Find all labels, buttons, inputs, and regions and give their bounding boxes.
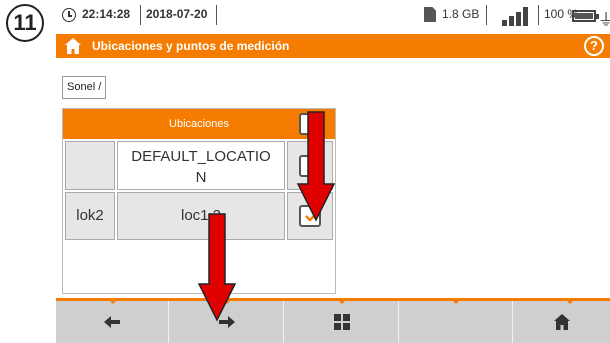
bottom-toolbar <box>56 298 610 343</box>
row-1-id-cell[interactable] <box>65 141 115 190</box>
row-2-id-cell[interactable]: lok2 <box>65 192 115 240</box>
sd-card-icon <box>424 7 436 22</box>
home-icon[interactable] <box>64 37 82 55</box>
table-header-label: Ubicaciones <box>169 118 229 130</box>
title-bar: Ubicaciones y puntos de medición ? <box>56 34 610 58</box>
status-divider <box>140 5 141 25</box>
status-time: 22:14:28 <box>82 7 131 21</box>
row-1-name-line-1: DEFAULT_LOCATIO <box>131 148 271 165</box>
help-icon[interactable]: ? <box>584 36 604 56</box>
table-header: Ubicaciones <box>63 109 335 139</box>
home-button[interactable] <box>514 301 610 343</box>
empty-toolbar-button[interactable] <box>400 301 513 343</box>
page-title: Ubicaciones y puntos de medición <box>92 39 290 53</box>
arrow-left-icon <box>104 316 120 328</box>
home-icon <box>554 314 570 330</box>
row-1-name-line-2: N <box>195 169 207 186</box>
back-button[interactable] <box>56 301 169 343</box>
status-divider <box>486 5 487 25</box>
grid-view-button[interactable] <box>285 301 399 343</box>
storage-label: 1.8 GB <box>442 7 480 21</box>
grid-icon <box>333 314 350 330</box>
battery-icon <box>572 10 599 22</box>
status-divider <box>216 5 217 25</box>
signal-bars-icon <box>502 6 532 26</box>
row-2-id: lok2 <box>76 207 104 224</box>
clock-icon <box>62 8 76 22</box>
plug-icon: ⏚ <box>598 12 610 29</box>
annotation-arrow-down-icon <box>197 213 237 322</box>
step-number-badge: 11 <box>6 4 44 42</box>
breadcrumb[interactable]: Sonel / <box>62 76 107 99</box>
row-1-name-cell[interactable]: DEFAULT_LOCATIO N <box>117 141 285 190</box>
status-bar: 22:14:28 2018-07-20 1.8 GB 100 % ⏚ <box>56 0 610 32</box>
status-divider <box>538 5 539 25</box>
annotation-arrow-down-icon <box>296 111 336 222</box>
status-date: 2018-07-20 <box>146 7 208 21</box>
